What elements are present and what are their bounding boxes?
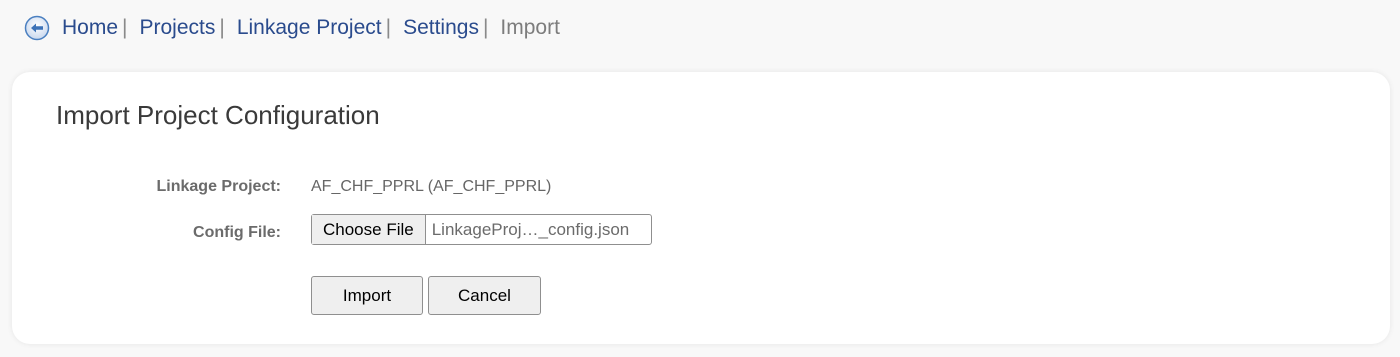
breadcrumb-separator: | bbox=[482, 16, 489, 39]
import-config-panel: Import Project Configuration Linkage Pro… bbox=[12, 72, 1390, 344]
config-file-label: Config File: bbox=[193, 224, 281, 241]
config-file-input[interactable]: Choose File LinkageProj…_config.json bbox=[311, 214, 652, 245]
import-button[interactable]: Import bbox=[311, 276, 423, 315]
breadcrumb-home-link[interactable]: Home bbox=[62, 16, 118, 40]
linkage-project-value: AF_CHF_PPRL (AF_CHF_PPRL) bbox=[311, 178, 552, 195]
breadcrumb-separator: | bbox=[122, 16, 128, 39]
breadcrumb-projects-link[interactable]: Projects bbox=[140, 16, 216, 40]
breadcrumb-settings-link[interactable]: Settings bbox=[403, 16, 479, 40]
breadcrumb-separator: | bbox=[385, 16, 392, 39]
page-title: Import Project Configuration bbox=[56, 100, 380, 130]
linkage-project-label: Linkage Project: bbox=[156, 178, 281, 195]
choose-file-button[interactable]: Choose File bbox=[312, 215, 426, 244]
cancel-button[interactable]: Cancel bbox=[428, 276, 541, 315]
breadcrumb: Home | Projects | Linkage Project | Sett… bbox=[24, 13, 560, 43]
selected-file-name: LinkageProj…_config.json bbox=[431, 219, 630, 239]
breadcrumb-current: Import bbox=[500, 16, 560, 39]
breadcrumb-separator: | bbox=[219, 16, 225, 39]
back-arrow-icon[interactable] bbox=[24, 15, 50, 41]
breadcrumb-linkage-project-link[interactable]: Linkage Project bbox=[237, 16, 382, 40]
